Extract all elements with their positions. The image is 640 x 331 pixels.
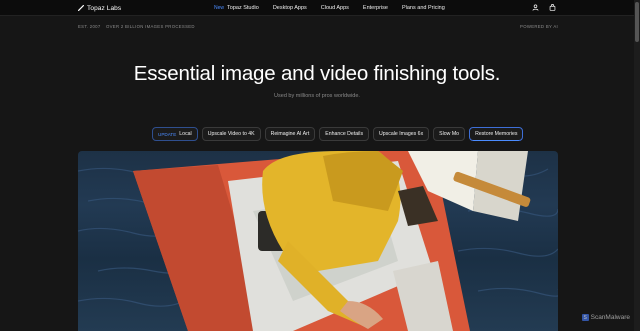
main-menu: New Topaz Studio Desktop Apps Cloud Apps… <box>214 3 445 13</box>
tab-label: Upscale Video to 4K <box>207 131 255 137</box>
user-icon[interactable] <box>532 4 539 11</box>
nav-item-label: Desktop Apps <box>272 5 307 11</box>
watermark-text: ScanMalware <box>590 314 630 321</box>
nav-item-label: Topaz Studio <box>227 5 259 11</box>
tab-label: Reimagine AI Art <box>270 131 310 137</box>
nav-item-cloud-apps[interactable]: Cloud Apps <box>321 5 349 11</box>
tab-label: Local <box>179 131 192 137</box>
tab-upscale-video[interactable]: Upscale Video to 4K <box>201 127 261 141</box>
tab-label: Enhance Details <box>325 131 364 137</box>
nav-item-label: Enterprise <box>362 5 388 11</box>
nav-item-label: Cloud Apps <box>320 5 349 11</box>
nav-item-topaz-studio[interactable]: New Topaz Studio <box>214 5 259 11</box>
watermark: S ScanMalware <box>581 314 630 321</box>
tab-restore-memories[interactable]: Restore Memories <box>469 127 524 141</box>
scanmalware-logo-icon: S <box>581 314 589 321</box>
page: Topaz Labs New Topaz Studio Desktop Apps… <box>0 0 640 331</box>
nav-item-plans-pricing[interactable]: Plans and Pricing <box>402 5 445 11</box>
top-nav: Topaz Labs New Topaz Studio Desktop Apps… <box>0 0 640 16</box>
tab-enhance-details[interactable]: Enhance Details <box>319 127 370 141</box>
feature-tabs: UPDATE Local Upscale Video to 4K Reimagi… <box>152 127 524 141</box>
page-subtitle: Used by millions of pros worldwide. <box>274 93 360 99</box>
tab-label: Restore Memories <box>475 131 518 137</box>
brand-logo[interactable]: Topaz Labs <box>78 3 121 13</box>
established-year: EST. 2007 <box>78 24 101 29</box>
topaz-logo-icon <box>78 5 84 11</box>
page-title: Essential image and video finishing tool… <box>133 62 501 85</box>
images-processed-stat: OVER 2 BILLION IMAGES PROCESSED <box>106 24 195 29</box>
tab-label: Upscale Images 6x <box>379 131 424 137</box>
tab-slow-mo[interactable]: Slow Mo <box>433 127 466 141</box>
nav-item-enterprise[interactable]: Enterprise <box>363 5 388 11</box>
demo-video[interactable] <box>78 151 558 331</box>
powered-by-ai: POWERED BY AI <box>520 24 558 29</box>
tab-reimagine-ai-art[interactable]: Reimagine AI Art <box>264 127 316 141</box>
sailboat-scene-image <box>78 151 558 331</box>
nav-item-desktop-apps[interactable]: Desktop Apps <box>273 5 307 11</box>
tab-label: Slow Mo <box>439 131 460 137</box>
tab-upscale-images[interactable]: Upscale Images 6x <box>373 127 430 141</box>
page-scrollbar[interactable] <box>634 0 640 331</box>
new-badge: New <box>214 5 225 11</box>
scrollbar-thumb[interactable] <box>635 2 639 42</box>
nav-item-label: Plans and Pricing <box>401 5 445 11</box>
nav-actions <box>532 4 556 11</box>
tab-local[interactable]: UPDATE Local <box>152 127 198 141</box>
shopping-bag-icon[interactable] <box>549 4 556 11</box>
update-badge: UPDATE <box>158 131 177 137</box>
brand-name: Topaz Labs <box>87 4 122 12</box>
